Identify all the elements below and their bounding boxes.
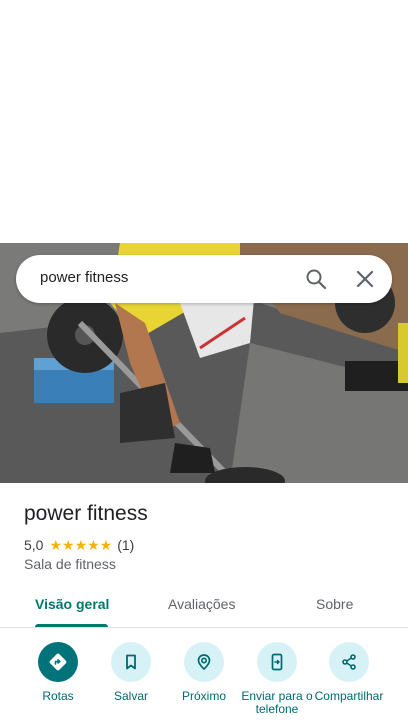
rating-row[interactable]: 5,0 ★★★★★ (1) xyxy=(24,536,134,554)
search-input[interactable]: power fitness xyxy=(40,269,128,286)
place-title: power fitness xyxy=(24,502,148,525)
map-area xyxy=(0,0,408,243)
directions-button[interactable]: Rotas xyxy=(22,642,94,703)
send-to-phone-icon xyxy=(257,642,297,682)
active-tab-indicator xyxy=(35,624,108,627)
nearby-label: Próximo xyxy=(181,689,226,703)
share-label: Compartilhar xyxy=(314,690,384,703)
share-button[interactable]: Compartilhar xyxy=(313,642,385,716)
tab-about[interactable]: Sobre xyxy=(316,596,353,612)
close-icon[interactable] xyxy=(353,267,377,291)
tab-reviews[interactable]: Avaliações xyxy=(168,596,235,612)
review-count[interactable]: (1) xyxy=(117,537,134,553)
share-icon xyxy=(329,642,369,682)
save-button[interactable]: Salvar xyxy=(95,642,167,703)
search-bar[interactable]: power fitness xyxy=(16,255,392,303)
save-label: Salvar xyxy=(113,689,148,703)
rating-value: 5,0 xyxy=(24,537,44,553)
directions-icon xyxy=(38,642,78,682)
nearby-button[interactable]: Próximo xyxy=(168,642,240,703)
search-icon[interactable] xyxy=(304,267,328,291)
send-to-phone-label: Enviar para o telefone xyxy=(241,690,313,716)
bookmark-icon xyxy=(111,642,151,682)
directions-label: Rotas xyxy=(42,689,74,703)
place-category[interactable]: Sala de fitness xyxy=(24,556,116,572)
send-to-phone-button[interactable]: Enviar para o telefone xyxy=(241,642,313,716)
star-rating-icon: ★★★★★ xyxy=(49,536,113,553)
tab-overview[interactable]: Visão geral xyxy=(35,596,109,612)
nearby-icon xyxy=(184,642,224,682)
place-tabs: Visão geral Avaliações Sobre xyxy=(0,588,408,628)
